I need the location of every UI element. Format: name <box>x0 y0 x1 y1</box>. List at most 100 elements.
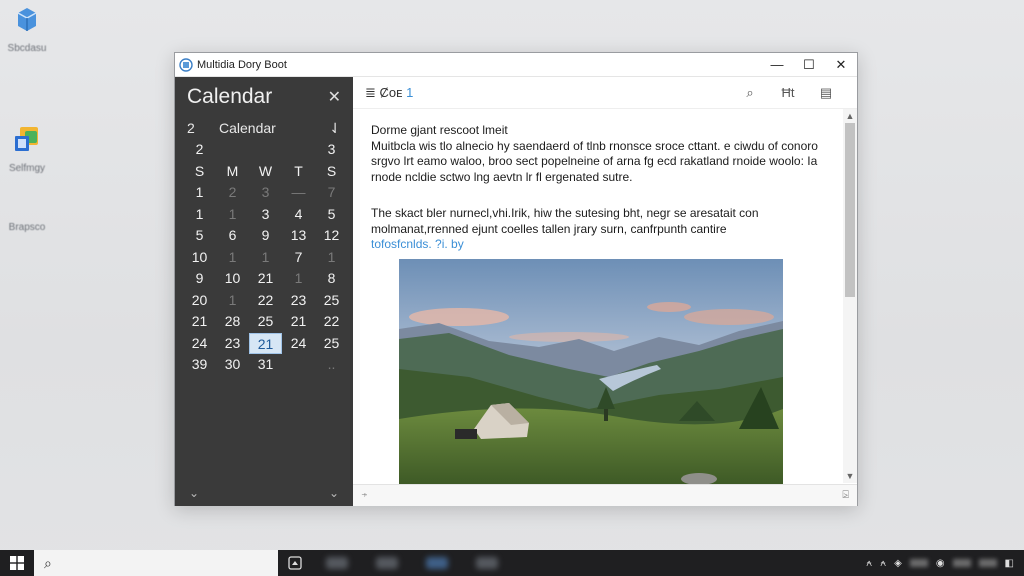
notification-icon[interactable]: ◧ <box>1005 558 1014 569</box>
calendar-day[interactable]: 12 <box>315 225 348 247</box>
month-row-nav-icon[interactable]: ⇃ <box>329 120 341 137</box>
search-icon[interactable]: ⌕ <box>731 85 769 101</box>
calendar-day[interactable]: 5 <box>183 225 216 247</box>
desktop-icon-blank[interactable]: Brapsco <box>4 222 50 233</box>
calendar-day[interactable]: 39 <box>183 354 216 376</box>
status-bar: ⍆ ⍄ <box>353 484 857 506</box>
calendar-day[interactable]: 23 <box>282 290 315 312</box>
calendar-day[interactable]: 9 <box>249 225 282 247</box>
paragraph-2: The skact bler nurnecl,vhi.Irik, hiw the… <box>371 206 831 253</box>
sidebar-close-icon[interactable]: ✕ <box>328 87 341 107</box>
calendar-day[interactable]: 21 <box>249 332 282 354</box>
calendar-day[interactable]: 1 <box>183 204 216 226</box>
start-button[interactable] <box>0 550 34 576</box>
close-button[interactable]: ✕ <box>825 53 857 77</box>
scrollbar-thumb[interactable] <box>845 123 855 297</box>
calendar-day[interactable]: 9 <box>183 268 216 290</box>
calendar-day[interactable]: 1 <box>315 247 348 269</box>
taskbar-search-box[interactable]: ⌕ <box>34 550 278 576</box>
calendar-day[interactable]: 25 <box>315 290 348 312</box>
calendar-day[interactable]: 7 <box>315 182 348 204</box>
calendar-day[interactable]: 30 <box>216 354 249 376</box>
windows-logo-icon <box>10 556 24 570</box>
tray-icon[interactable]: ⍲ <box>880 558 886 569</box>
taskbar-app-button[interactable] <box>476 557 498 569</box>
calendar-grid: 2 3 S M W T S 1 2 3—7 1 1 3 4 5 5 6 9 13 12 10 1 1 7 1 9 10 21 1 8 20 1… <box>175 139 353 376</box>
calendar-day[interactable]: 1 <box>216 247 249 269</box>
calendar-day[interactable]: 28 <box>216 311 249 333</box>
document-content[interactable]: Dorme gjant rescoot lmeit Muitbcla wis t… <box>371 123 831 274</box>
chevron-down-icon[interactable]: ⌄ <box>189 486 199 500</box>
calendar-day[interactable]: — <box>282 182 315 204</box>
note-icon[interactable]: ▤ <box>807 85 845 101</box>
tray-icon[interactable] <box>909 559 928 567</box>
desktop-icon-label: Selfmgy <box>8 163 46 174</box>
calendar-day[interactable]: 2 <box>183 139 216 161</box>
taskbar-app-button[interactable] <box>376 557 398 569</box>
calendar-day[interactable]: 31 <box>249 354 282 376</box>
clock-date[interactable] <box>978 559 997 567</box>
calendar-day[interactable]: 22 <box>315 311 348 333</box>
app-icon <box>179 57 193 72</box>
status-right-icon[interactable]: ⍄ <box>842 489 849 502</box>
taskbar: ⌕ ⍲ ⍲ ◈ ◉ ◧ <box>0 550 1024 576</box>
calendar-day[interactable]: 1 <box>282 268 315 290</box>
calendar-day[interactable]: .. <box>315 354 348 376</box>
month-row-label[interactable]: Calendar <box>219 120 329 136</box>
calendar-day[interactable]: 1 <box>183 182 216 204</box>
calendar-day[interactable]: 8 <box>315 268 348 290</box>
text-format-icon[interactable]: Ħt <box>769 85 807 100</box>
calendar-day[interactable]: 1 <box>216 204 249 226</box>
app-window: Multidia Dory Boot — ☐ ✕ Calendar ✕ 2 Ca… <box>174 52 858 506</box>
calendar-day[interactable]: 24 <box>183 333 216 355</box>
calendar-day[interactable]: 25 <box>249 311 282 333</box>
tray-icon[interactable]: ◉ <box>936 558 945 569</box>
chevron-down-icon[interactable]: ⌄ <box>329 486 339 500</box>
paragraph-2-link[interactable]: tofosfcnlds. ?i. by <box>371 237 464 251</box>
title-bar[interactable]: Multidia Dory Boot — ☐ ✕ <box>175 53 857 77</box>
desktop-icon-recycle-bin[interactable]: Sbcdasu <box>4 4 50 54</box>
calendar-day[interactable]: 3 <box>249 204 282 226</box>
clock[interactable] <box>952 559 971 567</box>
taskbar-app-button[interactable] <box>278 550 312 576</box>
scroll-up-icon[interactable]: ▲ <box>843 111 857 121</box>
desktop-icon-app[interactable]: Selfmgy <box>4 124 50 174</box>
month-row-left: 2 <box>187 120 195 136</box>
maximize-button[interactable]: ☐ <box>793 53 825 77</box>
calendar-day[interactable]: 23 <box>216 333 249 355</box>
calendar-day[interactable]: 22 <box>249 290 282 312</box>
toolbar-label[interactable]: ≣ Ȼoᴇ 1 <box>365 85 413 101</box>
calendar-day[interactable]: 1 <box>249 247 282 269</box>
tray-icon[interactable]: ⍲ <box>866 558 872 569</box>
calendar-day[interactable]: 1 <box>216 290 249 312</box>
calendar-day[interactable] <box>249 139 282 161</box>
calendar-day[interactable]: 20 <box>183 290 216 312</box>
calendar-day[interactable] <box>216 139 249 161</box>
calendar-day[interactable]: 21 <box>282 311 315 333</box>
tray-icon[interactable]: ◈ <box>894 558 902 569</box>
minimize-button[interactable]: — <box>761 53 793 77</box>
desktop-icon-label: Brapsco <box>8 222 46 233</box>
scroll-down-icon[interactable]: ▼ <box>843 471 857 481</box>
calendar-day[interactable]: 7 <box>282 247 315 269</box>
calendar-day[interactable]: 2 <box>216 182 249 204</box>
calendar-day[interactable]: 24 <box>282 333 315 355</box>
window-title: Multidia Dory Boot <box>197 58 287 71</box>
calendar-day[interactable]: 21 <box>249 268 282 290</box>
taskbar-app-button[interactable] <box>326 557 348 569</box>
calendar-day[interactable]: 25 <box>315 333 348 355</box>
calendar-day[interactable]: 3 <box>249 182 282 204</box>
calendar-day[interactable]: 5 <box>315 204 348 226</box>
status-left-icon[interactable]: ⍆ <box>361 489 368 502</box>
calendar-day[interactable]: 10 <box>183 247 216 269</box>
calendar-day[interactable]: 6 <box>216 225 249 247</box>
calendar-day[interactable]: 21 <box>183 311 216 333</box>
taskbar-app-button[interactable] <box>426 557 448 569</box>
calendar-day[interactable] <box>282 354 315 376</box>
vertical-scrollbar[interactable]: ▲ ▼ <box>843 109 857 483</box>
calendar-day[interactable]: 3 <box>315 139 348 161</box>
calendar-day[interactable]: 13 <box>282 225 315 247</box>
calendar-day[interactable] <box>282 139 315 161</box>
calendar-day[interactable]: 10 <box>216 268 249 290</box>
calendar-day[interactable]: 4 <box>282 204 315 226</box>
